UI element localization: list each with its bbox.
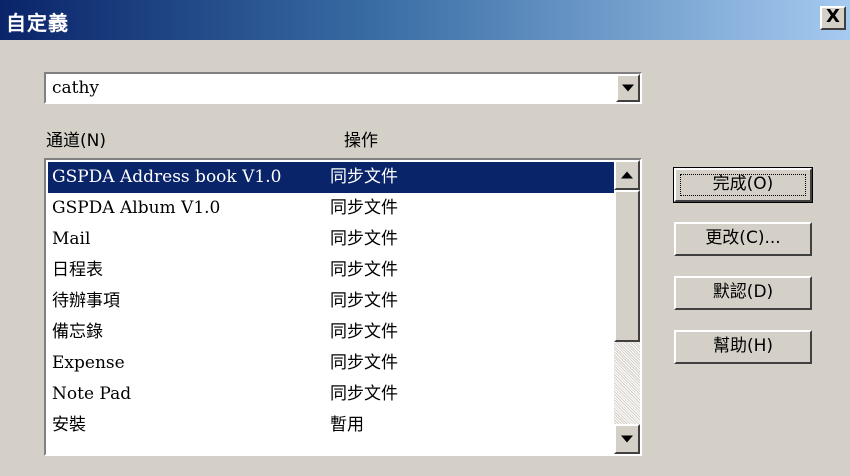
scroll-up-button[interactable] xyxy=(614,160,640,190)
conduit-action: 同步文件 xyxy=(330,291,398,311)
conduit-name: Note Pad xyxy=(52,384,132,404)
conduit-action: 同步文件 xyxy=(330,384,398,404)
scrollbar-thumb[interactable] xyxy=(614,190,640,342)
conduit-action: 同步文件 xyxy=(330,198,398,218)
chevron-down-icon xyxy=(621,435,633,443)
list-item[interactable]: 日程表 同步文件 xyxy=(48,255,614,286)
user-combobox[interactable]: cathy xyxy=(44,72,642,104)
conduit-name: Mail xyxy=(52,229,91,249)
conduit-action: 同步文件 xyxy=(330,167,398,187)
change-button[interactable]: 更改(C)... xyxy=(674,222,812,256)
list-item[interactable]: 備忘錄 同步文件 xyxy=(48,317,614,348)
focus-rectangle xyxy=(680,174,806,196)
user-combobox-value: cathy xyxy=(52,78,100,98)
combobox-dropdown-button[interactable] xyxy=(616,74,640,102)
change-button-label: 更改(C)... xyxy=(705,228,781,248)
conduit-action: 同步文件 xyxy=(330,260,398,280)
default-button[interactable]: 默認(D) xyxy=(674,276,812,310)
list-item[interactable]: 待辦事項 同步文件 xyxy=(48,286,614,317)
vertical-scrollbar[interactable] xyxy=(614,160,640,454)
help-button[interactable]: 幫助(H) xyxy=(674,330,812,364)
list-item[interactable]: Note Pad 同步文件 xyxy=(48,379,614,410)
conduit-name: Expense xyxy=(52,353,125,373)
list-item[interactable]: Expense 同步文件 xyxy=(48,348,614,379)
close-button[interactable]: X xyxy=(820,6,846,30)
chevron-up-icon xyxy=(621,171,633,179)
conduit-name: GSPDA Address book V1.0 xyxy=(52,167,282,187)
conduit-name: GSPDA Album V1.0 xyxy=(52,198,221,218)
list-item[interactable]: 安裝 暫用 xyxy=(48,410,614,441)
title-bar: 自定義 X xyxy=(0,0,850,40)
help-button-label: 幫助(H) xyxy=(712,336,774,356)
conduit-action: 同步文件 xyxy=(330,353,398,373)
conduit-list[interactable]: GSPDA Address book V1.0 同步文件 GSPDA Album… xyxy=(44,158,642,456)
close-icon: X xyxy=(826,6,840,27)
chevron-down-icon xyxy=(622,84,634,92)
conduit-name: 日程表 xyxy=(52,260,103,280)
done-button[interactable]: 完成(O) xyxy=(673,167,813,203)
action-column-header: 操作 xyxy=(344,131,378,151)
list-item[interactable]: GSPDA Address book V1.0 同步文件 xyxy=(48,162,614,193)
conduit-action: 同步文件 xyxy=(330,229,398,249)
window-title: 自定義 xyxy=(6,11,69,35)
list-item[interactable]: Mail 同步文件 xyxy=(48,224,614,255)
list-item[interactable]: GSPDA Album V1.0 同步文件 xyxy=(48,193,614,224)
conduit-action: 暫用 xyxy=(330,415,364,435)
conduit-name: 安裝 xyxy=(52,415,86,435)
conduit-action: 同步文件 xyxy=(330,322,398,342)
scroll-down-button[interactable] xyxy=(614,424,640,454)
conduit-name: 備忘錄 xyxy=(52,322,103,342)
default-button-label: 默認(D) xyxy=(712,282,774,302)
channel-column-header: 通道(N) xyxy=(46,131,106,151)
conduit-name: 待辦事項 xyxy=(52,291,120,311)
